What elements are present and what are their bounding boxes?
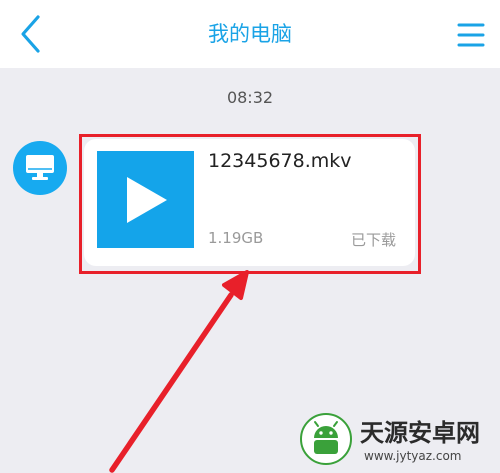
watermark-title: 天源安卓网 bbox=[360, 419, 480, 447]
site-watermark: 天源安卓网 www.jytyaz.com bbox=[300, 411, 492, 469]
watermark-url: www.jytyaz.com bbox=[364, 449, 462, 463]
android-logo-icon bbox=[300, 413, 352, 465]
annotation-arrow bbox=[109, 270, 249, 473]
